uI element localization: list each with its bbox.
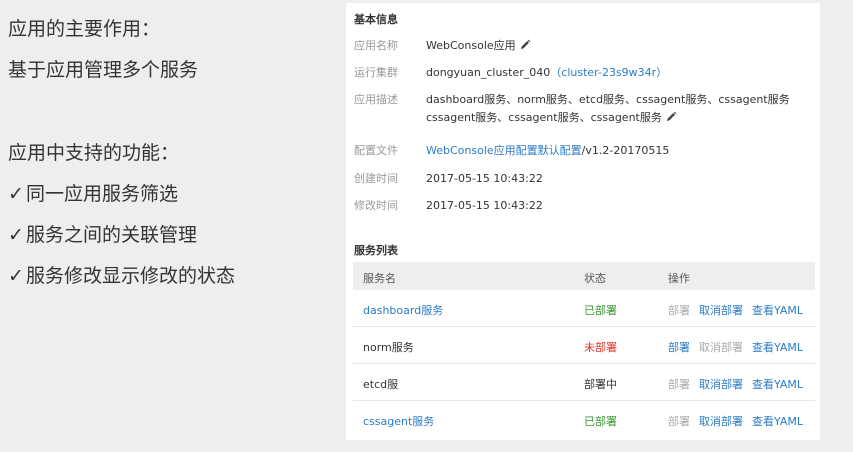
modified-value: 2017-05-15 10:43:22	[426, 199, 543, 212]
desc-line: cssagent服务、cssagent服务、cssagent服务	[426, 111, 662, 124]
service-list-title: 服务列表	[354, 244, 398, 257]
table-row: norm服务 未部署 部署 取消部署 查看YAML	[353, 327, 815, 364]
feature-item: ✓ 服务修改显示修改的状态	[8, 265, 236, 287]
col-header-name: 服务名	[363, 272, 396, 285]
table-row: dashboard服务 已部署 部署 取消部署 查看YAML	[353, 290, 815, 327]
app-name-label: 应用名称	[354, 39, 398, 52]
status-badge: 已部署	[584, 415, 617, 428]
check-icon: ✓	[8, 224, 24, 246]
table-header: 服务名 状态 操作	[353, 262, 815, 290]
deploy-button: 部署	[668, 415, 690, 428]
notes-purpose: 基于应用管理多个服务	[8, 59, 199, 81]
cluster-name: dongyuan_cluster_040	[426, 66, 551, 79]
features-title: 应用中支持的功能：	[8, 142, 180, 164]
status-badge: 未部署	[584, 341, 617, 354]
desc-label: 应用描述	[354, 93, 398, 106]
config-version: /v1.2-20170515	[581, 144, 670, 157]
deploy-button: 部署	[668, 378, 690, 391]
view-yaml-button[interactable]: 查看YAML	[752, 304, 803, 317]
cluster-id-close: ）	[656, 66, 668, 79]
undeploy-button: 取消部署	[699, 341, 743, 354]
cluster-id-open: （	[550, 66, 562, 79]
basic-info-title: 基本信息	[354, 13, 398, 26]
modified-label: 修改时间	[354, 199, 398, 212]
config-file-link[interactable]: WebConsole应用配置默认配置	[426, 144, 582, 157]
feature-item: ✓ 同一应用服务筛选	[8, 183, 179, 205]
undeploy-button[interactable]: 取消部署	[699, 415, 743, 428]
service-name-link[interactable]: cssagent服务	[363, 413, 434, 429]
app-name-value: WebConsole应用	[426, 39, 516, 52]
check-icon: ✓	[8, 265, 24, 287]
service-name-link[interactable]: dashboard服务	[363, 302, 443, 318]
desc-line: dashboard服务、norm服务、etcd服务、cssagent服务、css…	[426, 93, 790, 106]
service-name: etcd服	[363, 378, 399, 391]
undeploy-button[interactable]: 取消部署	[699, 304, 743, 317]
col-header-actions: 操作	[668, 272, 690, 285]
undeploy-button[interactable]: 取消部署	[699, 378, 743, 391]
deploy-button: 部署	[668, 304, 690, 317]
col-header-status: 状态	[584, 272, 606, 285]
feature-item: ✓ 服务之间的关联管理	[8, 224, 198, 246]
table-row: cssagent服务 已部署 部署 取消部署 查看YAML	[353, 401, 815, 438]
config-label: 配置文件	[354, 144, 398, 157]
check-icon: ✓	[8, 183, 24, 205]
cluster-id-link[interactable]: cluster-23s9w34r	[561, 66, 656, 79]
table-row: etcd服 部署中 部署 取消部署 查看YAML	[353, 364, 815, 401]
status-badge: 部署中	[584, 378, 617, 391]
view-yaml-button[interactable]: 查看YAML	[752, 378, 803, 391]
edit-pencil-icon[interactable]	[665, 111, 677, 123]
status-badge: 已部署	[584, 304, 617, 317]
created-value: 2017-05-15 10:43:22	[426, 172, 543, 185]
notes-title: 应用的主要作用：	[8, 18, 161, 40]
service-name: norm服务	[363, 341, 414, 354]
cluster-label: 运行集群	[354, 66, 398, 79]
view-yaml-button[interactable]: 查看YAML	[752, 415, 803, 428]
service-table: 服务名 状态 操作 dashboard服务 已部署 部署 取消部署 查看YAML n…	[353, 262, 815, 438]
app-detail-panel: 基本信息 应用名称 WebConsole应用 运行集群 dongyuan_clu…	[346, 3, 820, 440]
view-yaml-button[interactable]: 查看YAML	[752, 341, 803, 354]
deploy-button[interactable]: 部署	[668, 341, 690, 354]
created-label: 创建时间	[354, 172, 398, 185]
edit-pencil-icon[interactable]	[519, 39, 531, 51]
